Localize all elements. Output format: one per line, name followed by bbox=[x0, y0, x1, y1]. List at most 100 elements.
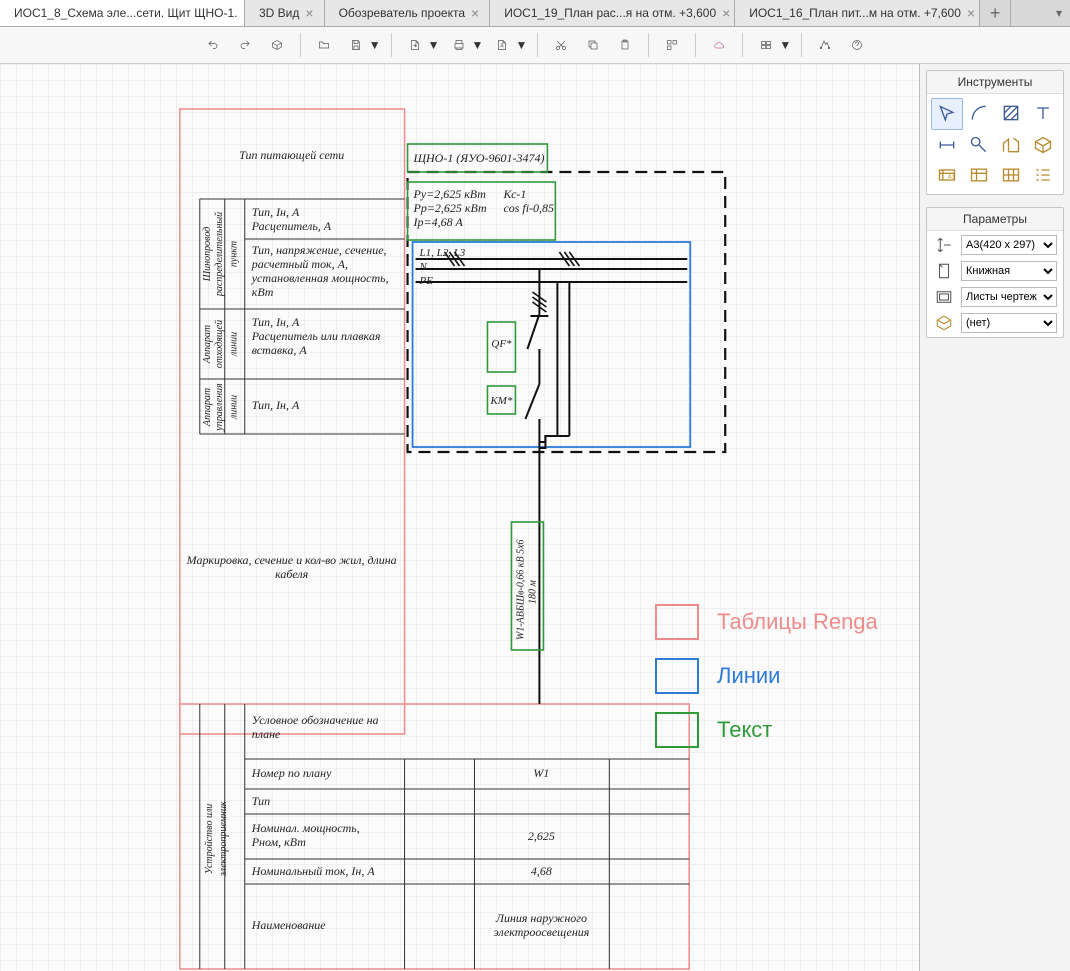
legend: Таблицы Renga Линии Текст bbox=[655, 604, 878, 766]
svg-text:Рр=2,625 кВт: Рр=2,625 кВт bbox=[413, 201, 487, 215]
chevron-down-icon[interactable]: ▼ bbox=[515, 38, 527, 52]
tool-text[interactable] bbox=[1027, 98, 1059, 128]
copy-button[interactable] bbox=[580, 32, 606, 58]
paste-button[interactable] bbox=[612, 32, 638, 58]
svg-text:Маркировка, сечение и кол-во ж: Маркировка, сечение и кол-во жил, длина bbox=[186, 553, 397, 567]
tool-view-3d[interactable] bbox=[1027, 130, 1059, 160]
export-button[interactable] bbox=[402, 32, 428, 58]
separator bbox=[537, 33, 538, 57]
svg-text:N: N bbox=[419, 261, 428, 273]
tab-drawing-ios1-16[interactable]: ИОС1_16_План пит...м на отм. +7,600 × bbox=[735, 0, 980, 26]
svg-text:кабеля: кабеля bbox=[275, 567, 309, 581]
tool-axis[interactable] bbox=[963, 130, 995, 160]
separator bbox=[648, 33, 649, 57]
sheet-size-select[interactable]: A3(420 x 297) bbox=[961, 235, 1057, 255]
svg-text:Линия наружного: Линия наружного bbox=[495, 911, 587, 925]
svg-text:W1: W1 bbox=[533, 766, 549, 780]
undo-button[interactable] bbox=[200, 32, 226, 58]
insert-button[interactable] bbox=[489, 32, 515, 58]
parameters-panel-title: Параметры bbox=[927, 208, 1063, 231]
print-button[interactable] bbox=[446, 32, 472, 58]
chevron-down-icon[interactable]: ▼ bbox=[369, 38, 381, 52]
category-icon bbox=[933, 287, 955, 307]
tab-project-browser[interactable]: Обозреватель проекта × bbox=[325, 0, 491, 26]
settings-button[interactable] bbox=[812, 32, 838, 58]
tool-arc[interactable] bbox=[963, 98, 995, 128]
svg-text:Ру=2,625 кВт: Ру=2,625 кВт bbox=[413, 187, 487, 201]
cloud-button[interactable] bbox=[706, 32, 732, 58]
tabs-overflow[interactable]: ▾ bbox=[1010, 0, 1070, 26]
svg-text:Кс-1: Кс-1 bbox=[502, 187, 526, 201]
svg-text:Номинальный ток, Iн, А: Номинальный ток, Iн, А bbox=[251, 864, 376, 878]
close-icon[interactable]: × bbox=[305, 6, 313, 20]
svg-text:Устройство или: Устройство или bbox=[204, 804, 215, 875]
add-tab-button[interactable]: + bbox=[980, 0, 1010, 26]
orientation-select[interactable]: Книжная bbox=[961, 261, 1057, 281]
diagram-svg: Тип питающей сети Шинопровод распределит… bbox=[0, 64, 919, 971]
tab-3d-view[interactable]: 3D Вид × bbox=[245, 0, 325, 26]
level-icon bbox=[933, 313, 955, 333]
cut-button[interactable] bbox=[548, 32, 574, 58]
select-similar-button[interactable] bbox=[659, 32, 685, 58]
svg-text:Номер по плану: Номер по плану bbox=[251, 766, 332, 780]
sheet-category-select[interactable]: Листы чертеж bbox=[961, 287, 1057, 307]
svg-text:линии: линии bbox=[229, 395, 240, 420]
separator bbox=[695, 33, 696, 57]
separator bbox=[801, 33, 802, 57]
box-3d-button[interactable] bbox=[264, 32, 290, 58]
tab-drawing-ios1-19[interactable]: ИОС1_19_План рас...я на отм. +3,600 × bbox=[490, 0, 735, 26]
tool-schedule[interactable] bbox=[963, 160, 995, 190]
tab-drawing-ios1-8[interactable]: ИОС1_8_Схема эле...сети. Щит ЩНО-1. × bbox=[0, 0, 245, 26]
open-button[interactable] bbox=[311, 32, 337, 58]
tool-select[interactable] bbox=[931, 98, 963, 130]
svg-text:кВт: кВт bbox=[252, 285, 274, 299]
close-icon[interactable]: × bbox=[967, 6, 975, 20]
svg-text:Аппарат: Аппарат bbox=[202, 325, 213, 364]
tool-dimension[interactable] bbox=[931, 130, 963, 160]
tool-hatch[interactable] bbox=[995, 98, 1027, 128]
redo-button[interactable] bbox=[232, 32, 258, 58]
manage-button[interactable] bbox=[753, 32, 779, 58]
level-select[interactable]: (нет) bbox=[961, 313, 1057, 333]
svg-text:KM*: KM* bbox=[489, 395, 512, 407]
svg-text:линии: линии bbox=[229, 332, 240, 357]
svg-text:Наименование: Наименование bbox=[251, 918, 327, 932]
svg-text:распределительный: распределительный bbox=[214, 212, 225, 297]
close-icon[interactable]: × bbox=[471, 6, 479, 20]
svg-text:Тип, напряжение, сечение,: Тип, напряжение, сечение, bbox=[252, 243, 387, 257]
tool-view-building[interactable] bbox=[995, 130, 1027, 160]
separator bbox=[742, 33, 743, 57]
svg-text:установленная мощность,: установленная мощность, bbox=[251, 271, 389, 285]
svg-text:180 м: 180 м bbox=[527, 580, 538, 604]
svg-text:4,68: 4,68 bbox=[531, 864, 552, 878]
tools-panel: Инструменты A1 bbox=[926, 70, 1064, 195]
close-icon[interactable]: × bbox=[722, 6, 730, 20]
tool-table[interactable] bbox=[995, 160, 1027, 190]
svg-text:Тип, Iн, А: Тип, Iн, А bbox=[252, 398, 300, 412]
svg-text:Шинопровод: Шинопровод bbox=[202, 227, 213, 282]
legend-label-lines: Линии bbox=[717, 663, 780, 689]
legend-swatch-lines bbox=[655, 658, 699, 694]
tab-label: ИОС1_8_Схема эле...сети. Щит ЩНО-1. bbox=[14, 6, 238, 20]
drawing-canvas[interactable]: Тип питающей сети Шинопровод распределит… bbox=[0, 64, 919, 971]
svg-text:A1: A1 bbox=[948, 174, 955, 180]
svg-text:Тип: Тип bbox=[252, 794, 270, 808]
svg-text:управления: управления bbox=[214, 383, 225, 432]
chevron-down-icon[interactable]: ▼ bbox=[472, 38, 484, 52]
orientation-icon bbox=[933, 261, 955, 281]
chevron-down-icon[interactable]: ▼ bbox=[428, 38, 440, 52]
svg-text:Аппарат: Аппарат bbox=[202, 388, 213, 427]
tab-label: Обозреватель проекта bbox=[339, 6, 465, 20]
tools-panel-title: Инструменты bbox=[927, 71, 1063, 94]
svg-text:ЩНО-1 (ЯУО-9601-3474): ЩНО-1 (ЯУО-9601-3474) bbox=[413, 151, 545, 165]
save-button[interactable] bbox=[343, 32, 369, 58]
chevron-down-icon[interactable]: ▼ bbox=[779, 38, 791, 52]
svg-text:Тип, Iн, А: Тип, Iн, А bbox=[252, 315, 300, 329]
help-button[interactable] bbox=[844, 32, 870, 58]
tool-legend[interactable] bbox=[1027, 160, 1059, 190]
svg-text:Расцепитель или плавкая: Расцепитель или плавкая bbox=[251, 329, 381, 343]
tool-stamp[interactable]: A1 bbox=[931, 160, 963, 190]
svg-text:отходящей: отходящей bbox=[214, 320, 225, 368]
svg-text:электроосвещения: электроосвещения bbox=[493, 925, 589, 939]
right-sidebar: Инструменты A1 Параметры bbox=[919, 64, 1070, 971]
